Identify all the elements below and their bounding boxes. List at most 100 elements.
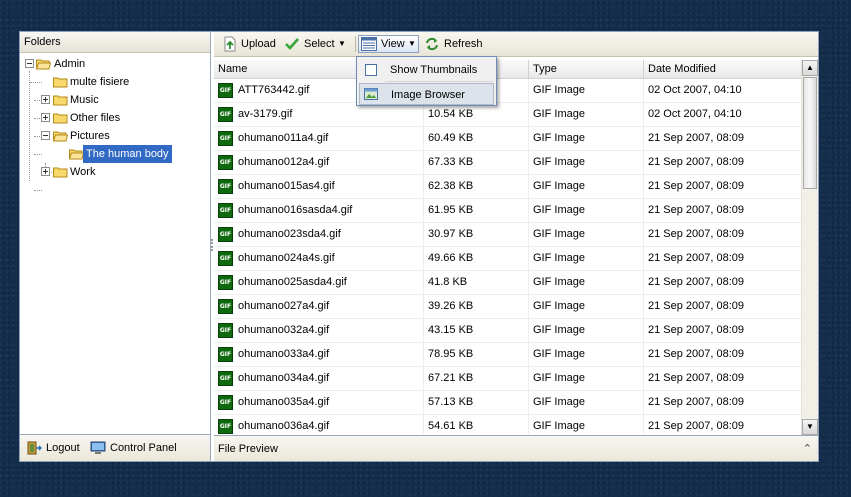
table-row[interactable]: GIF ohumano015as4.gif 62.38 KB GIF Image 21 … [214,175,802,199]
column-header-date-modified[interactable]: Date Modified [644,60,802,78]
tree-item-the-human-body[interactable]: The human body [20,145,210,163]
view-button[interactable]: View ▼ [358,35,419,53]
cell-type: GIF Image [529,127,644,150]
column-header-type[interactable]: Type [529,60,644,78]
table-row[interactable]: GIF ohumano033a4.gif 78.95 KB GIF Image 21 S… [214,343,802,367]
gif-file-icon: GIF [218,371,233,386]
cell-text: 21 Sep 2007, 08:09 [648,276,745,288]
table-row[interactable]: GIF ohumano035a4.gif 57.13 KB GIF Image 21 S… [214,391,802,415]
cell-text: 62.38 KB [428,180,474,192]
menu-item-label: Image Browser [391,89,465,101]
cell-size: 30.97 KB [424,223,529,246]
table-row[interactable]: GIF ATT763442.gif GIF Image 02 Oct 2007, 04… [214,79,802,103]
expand-up-icon[interactable]: ⌃ [803,436,812,462]
tree-item-music[interactable]: Music [20,91,210,109]
gif-file-icon: GIF [218,395,233,410]
cell-type: GIF Image [529,199,644,222]
cell-text: 21 Sep 2007, 08:09 [648,252,745,264]
table-row[interactable]: GIF ohumano027a4.gif 39.26 KB GIF Image 21 S… [214,295,802,319]
refresh-button[interactable]: Refresh [424,35,496,53]
table-row[interactable]: GIF ohumano034a4.gif 67.21 KB GIF Image 21 S… [214,367,802,391]
cell-text: ohumano023sda4.gif [238,228,341,240]
gif-file-icon: GIF [218,83,233,98]
cell-text: 61.95 KB [428,204,474,216]
view-label: View [381,38,405,50]
collapse-toggle-icon[interactable] [41,131,50,140]
list-view-icon [361,37,377,51]
cell-text: 21 Sep 2007, 08:09 [648,396,745,408]
control-panel-button[interactable]: Control Panel [90,439,200,457]
file-preview-bar[interactable]: File Preview ⌃ [214,435,818,461]
cell-date: 21 Sep 2007, 08:09 [644,223,802,246]
cell-text: av-3179.gif [238,108,293,120]
folder-open-icon [69,149,84,160]
tree-item-label: multe fisiere [70,76,130,88]
cell-text: ohumano015as4.gif [238,180,335,192]
cell-text: 78.95 KB [428,348,474,360]
cell-text: ohumano011a4.gif [238,132,329,144]
dropdown-arrow-icon: ▼ [338,39,346,48]
table-row[interactable]: GIF ohumano036a4.gif 54.61 KB GIF Image 21 S… [214,415,802,434]
cell-text: 21 Sep 2007, 08:09 [648,300,745,312]
cell-size: 49.66 KB [424,247,529,270]
cell-text: 57.13 KB [428,396,474,408]
cell-type: GIF Image [529,247,644,270]
cell-name: GIF ohumano027a4.gif [214,295,424,318]
cell-text: GIF Image [533,396,585,408]
table-row[interactable]: GIF ohumano032a4.gif 43.15 KB GIF Image 21 S… [214,319,802,343]
expand-toggle-icon[interactable] [41,95,50,104]
expand-toggle-icon[interactable] [41,167,50,176]
tree-item-other-files[interactable]: Other files [20,109,210,127]
tree-item-pictures[interactable]: Pictures [20,127,210,145]
cell-name: GIF ohumano024a4s.gif [214,247,424,270]
tree-item-work[interactable]: Work [20,163,210,181]
scrollbar-thumb[interactable] [803,77,817,189]
cell-text: GIF Image [533,204,585,216]
cell-text: GIF Image [533,156,585,168]
table-row[interactable]: GIF ohumano025asda4.gif 41.8 KB GIF Image 21… [214,271,802,295]
select-button[interactable]: Select ▼ [284,35,348,53]
cell-date: 21 Sep 2007, 08:09 [644,175,802,198]
cell-date: 02 Oct 2007, 04:10 [644,79,802,102]
tree-item-admin[interactable]: Admin [20,55,210,73]
cell-type: GIF Image [529,103,644,126]
checkbox-icon[interactable] [365,64,377,76]
table-row[interactable]: GIF ohumano012a4.gif 67.33 KB GIF Image 21 S… [214,151,802,175]
cell-date: 21 Sep 2007, 08:09 [644,127,802,150]
cell-size: 10.54 KB [424,103,529,126]
scroll-up-icon[interactable]: ▲ [802,60,818,76]
cell-name: GIF ohumano035a4.gif [214,391,424,414]
cell-text: 21 Sep 2007, 08:09 [648,180,745,192]
collapse-toggle-icon[interactable] [25,59,34,68]
cell-name: GIF av-3179.gif [214,103,424,126]
checkmark-icon [285,38,299,50]
vertical-scrollbar[interactable]: ▲ ▼ [801,60,818,435]
cell-text: 21 Sep 2007, 08:09 [648,204,745,216]
folder-icon [53,113,68,124]
cell-text: GIF Image [533,108,585,120]
upload-button[interactable]: Upload [222,35,282,53]
table-row[interactable]: GIF ohumano011a4.gif 60.49 KB GIF Image 21 S… [214,127,802,151]
cell-date: 21 Sep 2007, 08:09 [644,343,802,366]
cell-size: 67.33 KB [424,151,529,174]
folder-icon [53,95,68,106]
scroll-down-icon[interactable]: ▼ [802,419,818,435]
cell-text: 67.33 KB [428,156,474,168]
table-row[interactable]: GIF ohumano023sda4.gif 30.97 KB GIF Image 21… [214,223,802,247]
cell-size: 39.26 KB [424,295,529,318]
tree-item-multe-fisiere[interactable]: multe fisiere [20,73,210,91]
cell-type: GIF Image [529,367,644,390]
view-dropdown-menu: Show Thumbnails Image Browser [356,56,497,106]
menu-item-show-thumbnails[interactable]: Show Thumbnails [359,59,494,81]
folder-icon [53,77,68,88]
cell-text: 67.21 KB [428,372,474,384]
cell-date: 21 Sep 2007, 08:09 [644,415,802,434]
table-row[interactable]: GIF ohumano024a4s.gif 49.66 KB GIF Image 21 … [214,247,802,271]
menu-item-image-browser[interactable]: Image Browser [359,83,494,105]
table-row[interactable]: GIF ohumano016sasda4.gif 61.95 KB GIF Image… [214,199,802,223]
dropdown-arrow-icon: ▼ [408,39,416,48]
expand-toggle-icon[interactable] [41,113,50,122]
table-row[interactable]: GIF av-3179.gif 10.54 KB GIF Image 02 Oct 20… [214,103,802,127]
tree-item-label-selected: The human body [83,145,172,163]
gif-file-icon: GIF [218,347,233,362]
